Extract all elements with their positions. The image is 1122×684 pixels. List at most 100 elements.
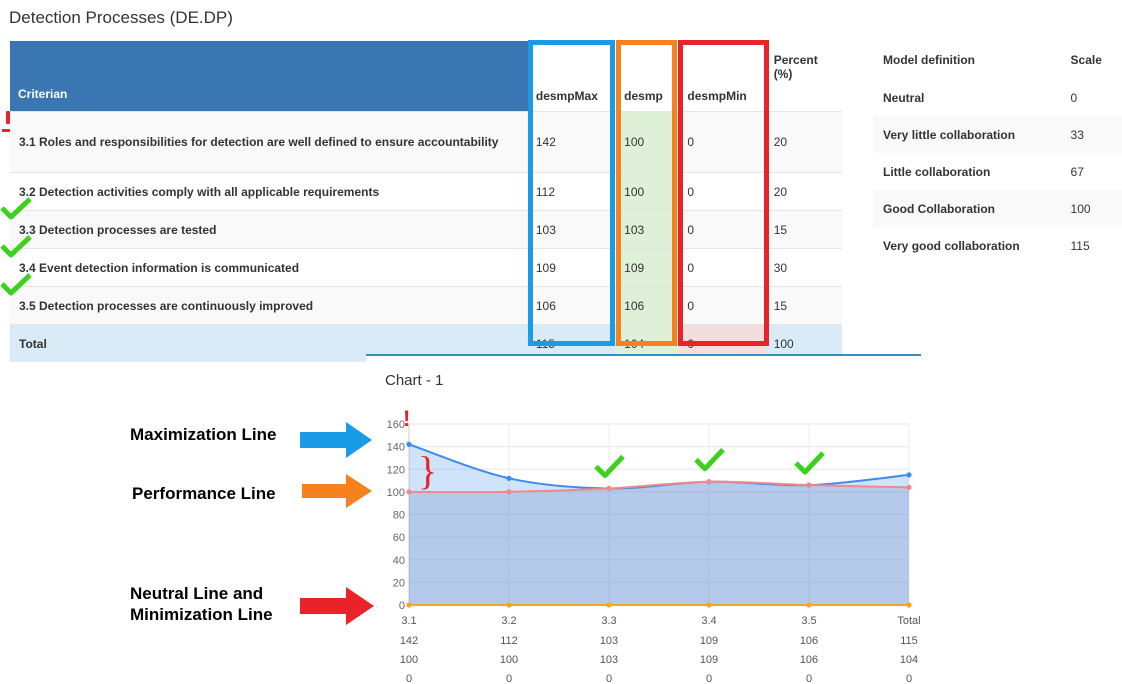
criterion-cell: 3.1 Roles and responsibilities for detec… — [10, 111, 528, 173]
table-row: Very good collaboration 115 — [873, 227, 1122, 264]
percent-cell: 15 — [765, 286, 842, 325]
definition-cell: Very good collaboration — [883, 238, 1020, 253]
y-tick-label: 0 — [399, 600, 405, 612]
criterion-cell: 3.3 Detection processes are tested — [10, 210, 528, 249]
scale-cell: 0 — [1070, 90, 1078, 105]
model-definition-table: Model definition Scale Neutral 0 Very lit… — [873, 41, 1122, 264]
perf-data-point — [906, 484, 912, 490]
min-cell: 0 — [679, 248, 766, 287]
value-label: 106 — [800, 654, 818, 666]
y-tick-label: 120 — [387, 464, 405, 476]
header-model-definition: Model definition — [883, 53, 975, 67]
table-row: Neutral 0 — [873, 79, 1122, 116]
value-label: 109 — [700, 654, 718, 666]
scale-cell: 115 — [1070, 238, 1090, 253]
exclamation-icon: ! — [403, 406, 410, 431]
max-data-point — [406, 441, 412, 447]
perf-data-point — [706, 479, 712, 485]
min-data-point — [706, 602, 712, 608]
checkmark-icon — [0, 196, 32, 225]
perf-data-point — [406, 489, 412, 495]
criterion-cell: 3.2 Detection activities comply with all… — [10, 172, 528, 211]
y-tick-label: 20 — [393, 577, 405, 589]
performance-line-label: Performance Line — [132, 484, 276, 503]
percent-cell: 15 — [765, 210, 842, 249]
y-tick-label: 40 — [393, 555, 405, 567]
percent-cell: 20 — [765, 111, 842, 173]
definition-cell: Good Collaboration — [873, 190, 1061, 227]
value-label: 112 — [500, 635, 518, 647]
page-title: Detection Processes (DE.DP) — [9, 8, 233, 27]
blue-arrow-icon — [300, 422, 372, 458]
value-label: 104 — [900, 654, 918, 666]
min-data-point — [506, 602, 512, 608]
x-tick-label: Total — [897, 615, 920, 627]
y-tick-label: 60 — [393, 532, 405, 544]
line-chart: 0204060801001201401603.114210003.2112100… — [387, 406, 921, 684]
max-cell: 103 — [527, 210, 617, 249]
perf-cell: 100 — [616, 111, 680, 173]
value-label: 100 — [500, 654, 518, 666]
min-data-point — [906, 602, 912, 608]
min-cell: 0 — [679, 210, 766, 249]
perf-cell: 109 — [616, 248, 680, 287]
value-label: 100 — [400, 654, 418, 666]
value-label: 142 — [400, 635, 418, 647]
table-row: 3.4 Event detection information is commu… — [10, 248, 842, 287]
value-label: 103 — [600, 635, 618, 647]
value-label: 106 — [800, 635, 818, 647]
max-cell: 106 — [527, 286, 617, 325]
min-data-point — [606, 602, 612, 608]
header-desmp-max: desmpMax — [527, 41, 617, 112]
header-desmp: desmp — [616, 41, 680, 112]
x-tick-label: 3.3 — [601, 615, 616, 627]
value-label: 103 — [600, 654, 618, 666]
minimization-line-label: Neutral Line and Minimization Line — [130, 584, 273, 624]
criterion-cell: 3.5 Detection processes are continuously… — [10, 286, 528, 325]
value-label: 0 — [706, 673, 712, 684]
orange-arrow-icon — [302, 474, 372, 508]
y-tick-label: 80 — [393, 510, 405, 522]
criteria-table: Criterian desmpMax desmp desmpMin Percen… — [10, 41, 842, 362]
value-label: 0 — [806, 673, 812, 684]
header-desmp-min: desmpMin — [679, 41, 766, 112]
table-row: 3.5 Detection processes are continuously… — [10, 286, 842, 325]
header-scale: Scale — [1070, 53, 1102, 67]
criterion-cell: 3.4 Event detection information is commu… — [10, 248, 528, 287]
y-tick-label: 140 — [387, 442, 405, 454]
value-label: 0 — [906, 673, 912, 684]
max-cell: 112 — [527, 172, 617, 211]
scale-cell: 33 — [1060, 116, 1122, 153]
value-label: 0 — [606, 673, 612, 684]
definition-cell: Very little collaboration — [873, 116, 1061, 153]
perf-cell: 106 — [616, 286, 680, 325]
table-row: Little collaboration 67 — [873, 153, 1122, 190]
min-cell: 0 — [679, 286, 766, 325]
x-tick-label: 3.4 — [701, 615, 716, 627]
perf-cell: 100 — [616, 172, 680, 211]
percent-cell: 20 — [765, 172, 842, 211]
table-row: Good Collaboration 100 — [873, 190, 1122, 227]
red-arrow-icon — [300, 587, 374, 625]
max-data-point — [906, 472, 912, 478]
x-tick-label: 3.2 — [501, 615, 516, 627]
perf-cell: 103 — [616, 210, 680, 249]
checkmark-icon — [0, 272, 32, 301]
perf-data-point — [806, 482, 812, 488]
x-tick-label: 3.5 — [801, 615, 816, 627]
min-data-point — [406, 602, 412, 608]
y-tick-label: 100 — [387, 487, 405, 499]
min-cell: 0 — [679, 172, 766, 211]
min-data-point — [806, 602, 812, 608]
value-label: 0 — [406, 673, 412, 684]
perf-data-point — [506, 489, 512, 495]
exclamation-icon — [2, 110, 14, 140]
scale-cell: 67 — [1070, 164, 1084, 179]
checkmark-icon — [0, 234, 32, 263]
value-label: 115 — [900, 635, 918, 647]
max-cell: 109 — [527, 248, 617, 287]
table-row: 3.3 Detection processes are tested 103 1… — [10, 210, 842, 249]
x-tick-label: 3.1 — [401, 615, 416, 627]
table-row: 3.1 Roles and responsibilities for detec… — [10, 111, 842, 173]
table-row: Very little collaboration 33 — [873, 116, 1122, 153]
